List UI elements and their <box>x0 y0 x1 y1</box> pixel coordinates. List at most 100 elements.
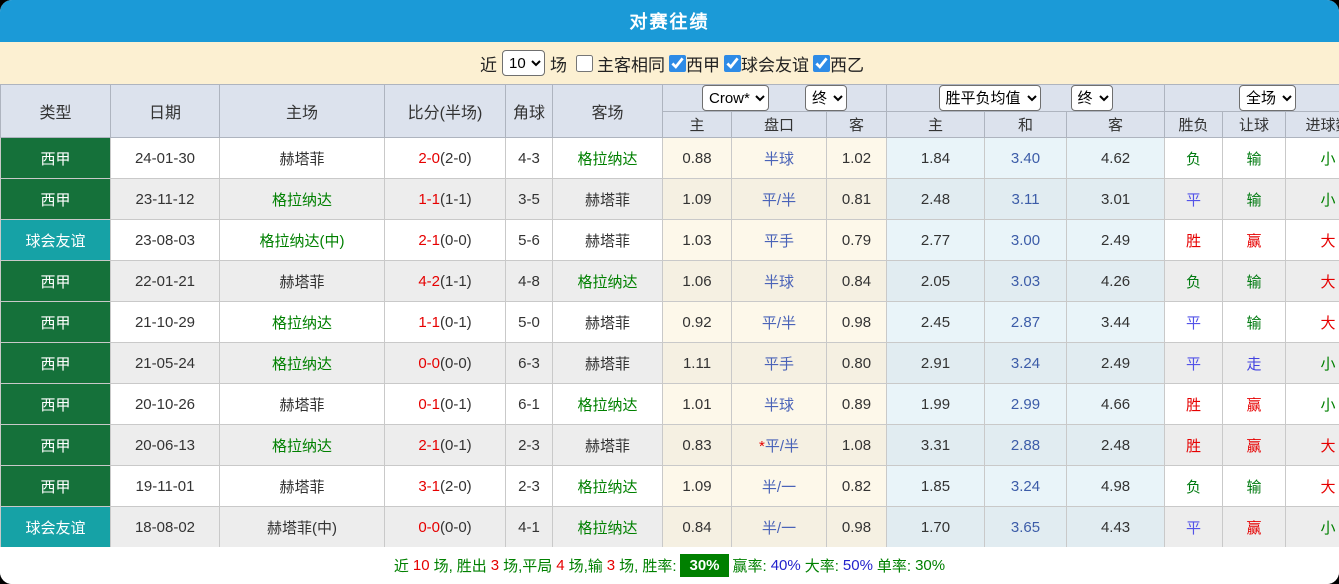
league-filter-laliga[interactable]: 西甲 <box>669 51 720 76</box>
corner-score: 5-0 <box>505 301 553 343</box>
segunda-checkbox[interactable] <box>813 54 830 72</box>
corner-score: 6-1 <box>505 383 553 425</box>
handicap-line: 半/一 <box>731 506 827 547</box>
home-team: 赫塔菲 <box>219 383 385 425</box>
handicap-line: 半球 <box>731 137 827 179</box>
fulltime-score: 0-1 <box>418 395 440 413</box>
avg-home: 1.70 <box>886 506 986 547</box>
match-date: 21-10-29 <box>110 301 220 343</box>
avg-draw: 3.40 <box>984 137 1068 179</box>
match-type-badge: 西甲 <box>0 342 111 384</box>
result-wdl: 负 <box>1164 260 1224 302</box>
avg-home: 1.99 <box>886 383 986 425</box>
avg-source-select[interactable]: 胜平负均值 <box>938 85 1041 111</box>
avg-home: 2.77 <box>886 219 986 261</box>
league-filter-segunda[interactable]: 西乙 <box>813 51 864 76</box>
result-wdl: 平 <box>1164 506 1224 547</box>
match-row: 西甲 22-01-21 赫塔菲 4-2(1-1) 4-8 格拉纳达 1.06 半球 0.84 2.… <box>0 260 1339 302</box>
halftime-score: (2-0) <box>440 477 472 495</box>
handicap-line: 平手 <box>731 219 827 261</box>
handicap-line: *平/半 <box>731 424 827 466</box>
fulltime-score: 2-0 <box>418 149 440 167</box>
handicap-line: 半球 <box>731 260 827 302</box>
match-row: 球会友谊 23-08-03 格拉纳达(中) 2-1(0-0) 5-6 赫塔菲 1.03 平手 0… <box>0 219 1339 261</box>
result-handicap: 赢 <box>1222 219 1287 261</box>
avg-time-select[interactable]: 终 <box>1070 85 1113 111</box>
home-team: 赫塔菲 <box>219 465 385 507</box>
handicap-line: 平/半 <box>731 178 827 220</box>
match-type-badge: 西甲 <box>0 465 111 507</box>
avg-away: 2.49 <box>1066 342 1166 384</box>
odds-company-select[interactable]: Crow* <box>702 85 770 111</box>
result-wdl: 胜 <box>1164 383 1224 425</box>
away-odds: 0.89 <box>825 383 888 425</box>
away-odds: 0.98 <box>825 301 888 343</box>
col-header-home: 主场 <box>219 84 385 138</box>
match-date: 20-10-26 <box>110 383 220 425</box>
match-date: 22-01-21 <box>110 260 220 302</box>
match-date: 18-08-02 <box>110 506 220 547</box>
match-score: 0-0(0-0) <box>384 342 506 384</box>
laliga-checkbox[interactable] <box>669 54 686 72</box>
home-team: 格拉纳达 <box>219 342 385 384</box>
odds-time-select[interactable]: 终 <box>805 85 848 111</box>
match-date: 19-11-01 <box>110 465 220 507</box>
match-type-badge: 西甲 <box>0 301 111 343</box>
halftime-score: (1-1) <box>440 272 472 290</box>
fulltime-score: 0-0 <box>418 354 440 372</box>
avg-away: 2.48 <box>1066 424 1166 466</box>
match-score: 1-1(0-1) <box>384 301 506 343</box>
col-header-date: 日期 <box>110 84 220 138</box>
avg-home: 2.91 <box>886 342 986 384</box>
home-odds: 0.84 <box>662 506 732 547</box>
result-goals: 小 <box>1285 383 1339 425</box>
result-wdl: 胜 <box>1164 219 1224 261</box>
result-handicap: 赢 <box>1222 506 1287 547</box>
avg-draw: 3.65 <box>984 506 1068 547</box>
win-rate-badge: 30% <box>680 554 729 577</box>
match-date: 20-06-13 <box>110 424 220 466</box>
halftime-score: (0-0) <box>440 354 472 372</box>
avg-away: 4.62 <box>1066 137 1166 179</box>
away-team: 格拉纳达 <box>552 260 663 302</box>
away-odds: 0.82 <box>825 465 888 507</box>
avg-home: 2.45 <box>886 301 986 343</box>
col-header-away: 客场 <box>552 84 663 138</box>
handicap-text: 平手 <box>763 232 794 250</box>
avg-home: 2.05 <box>886 260 986 302</box>
result-handicap: 输 <box>1222 301 1287 343</box>
club-friendly-checkbox[interactable] <box>724 54 741 72</box>
segunda-label: 西乙 <box>830 55 864 75</box>
col-header-goals: 进球数 <box>1285 111 1339 138</box>
big-rate-value: 50% <box>842 557 873 574</box>
match-row: 西甲 21-10-29 格拉纳达 1-1(0-1) 5-0 赫塔菲 0.92 平/半 0.98 2… <box>0 301 1339 343</box>
away-team: 赫塔菲 <box>552 178 663 220</box>
home-team: 格拉纳达 <box>219 178 385 220</box>
avg-home: 1.84 <box>886 137 986 179</box>
same-venue-checkbox[interactable] <box>576 54 593 72</box>
match-score: 2-1(0-1) <box>384 424 506 466</box>
handicap-line: 半/一 <box>731 465 827 507</box>
same-venue-label: 主客相同 <box>597 55 665 75</box>
home-odds: 0.83 <box>662 424 732 466</box>
match-type-badge: 西甲 <box>0 383 111 425</box>
corner-score: 4-1 <box>505 506 553 547</box>
halftime-score: (0-1) <box>440 313 472 331</box>
head-to-head-panel: 对赛往绩 近 10 场 主客相同 西甲 球会友谊 西乙 类型 日期 主场 比分(… <box>0 0 1339 584</box>
match-score: 4-2(1-1) <box>384 260 506 302</box>
handicap-text: 半球 <box>763 396 794 414</box>
col-header-type: 类型 <box>0 84 111 138</box>
avg-home: 3.31 <box>886 424 986 466</box>
fulltime-score: 3-1 <box>418 477 440 495</box>
match-date: 24-01-30 <box>110 137 220 179</box>
scope-select[interactable]: 全场 <box>1239 85 1297 111</box>
result-goals: 小 <box>1285 506 1339 547</box>
near-label: 近 <box>480 55 497 75</box>
result-wdl: 平 <box>1164 342 1224 384</box>
league-filter-club-friendly[interactable]: 球会友谊 <box>724 51 809 76</box>
recent-count-select[interactable]: 10 <box>502 50 545 76</box>
odds-group-header: Crow* 终 <box>661 84 888 112</box>
match-row: 西甲 19-11-01 赫塔菲 3-1(2-0) 2-3 格拉纳达 1.09 半/一 0.82 1… <box>0 465 1339 507</box>
match-row: 西甲 21-05-24 格拉纳达 0-0(0-0) 6-3 赫塔菲 1.11 平手 0.80 2.… <box>0 342 1339 384</box>
summary-draws-label: 场,平局 <box>503 558 553 575</box>
